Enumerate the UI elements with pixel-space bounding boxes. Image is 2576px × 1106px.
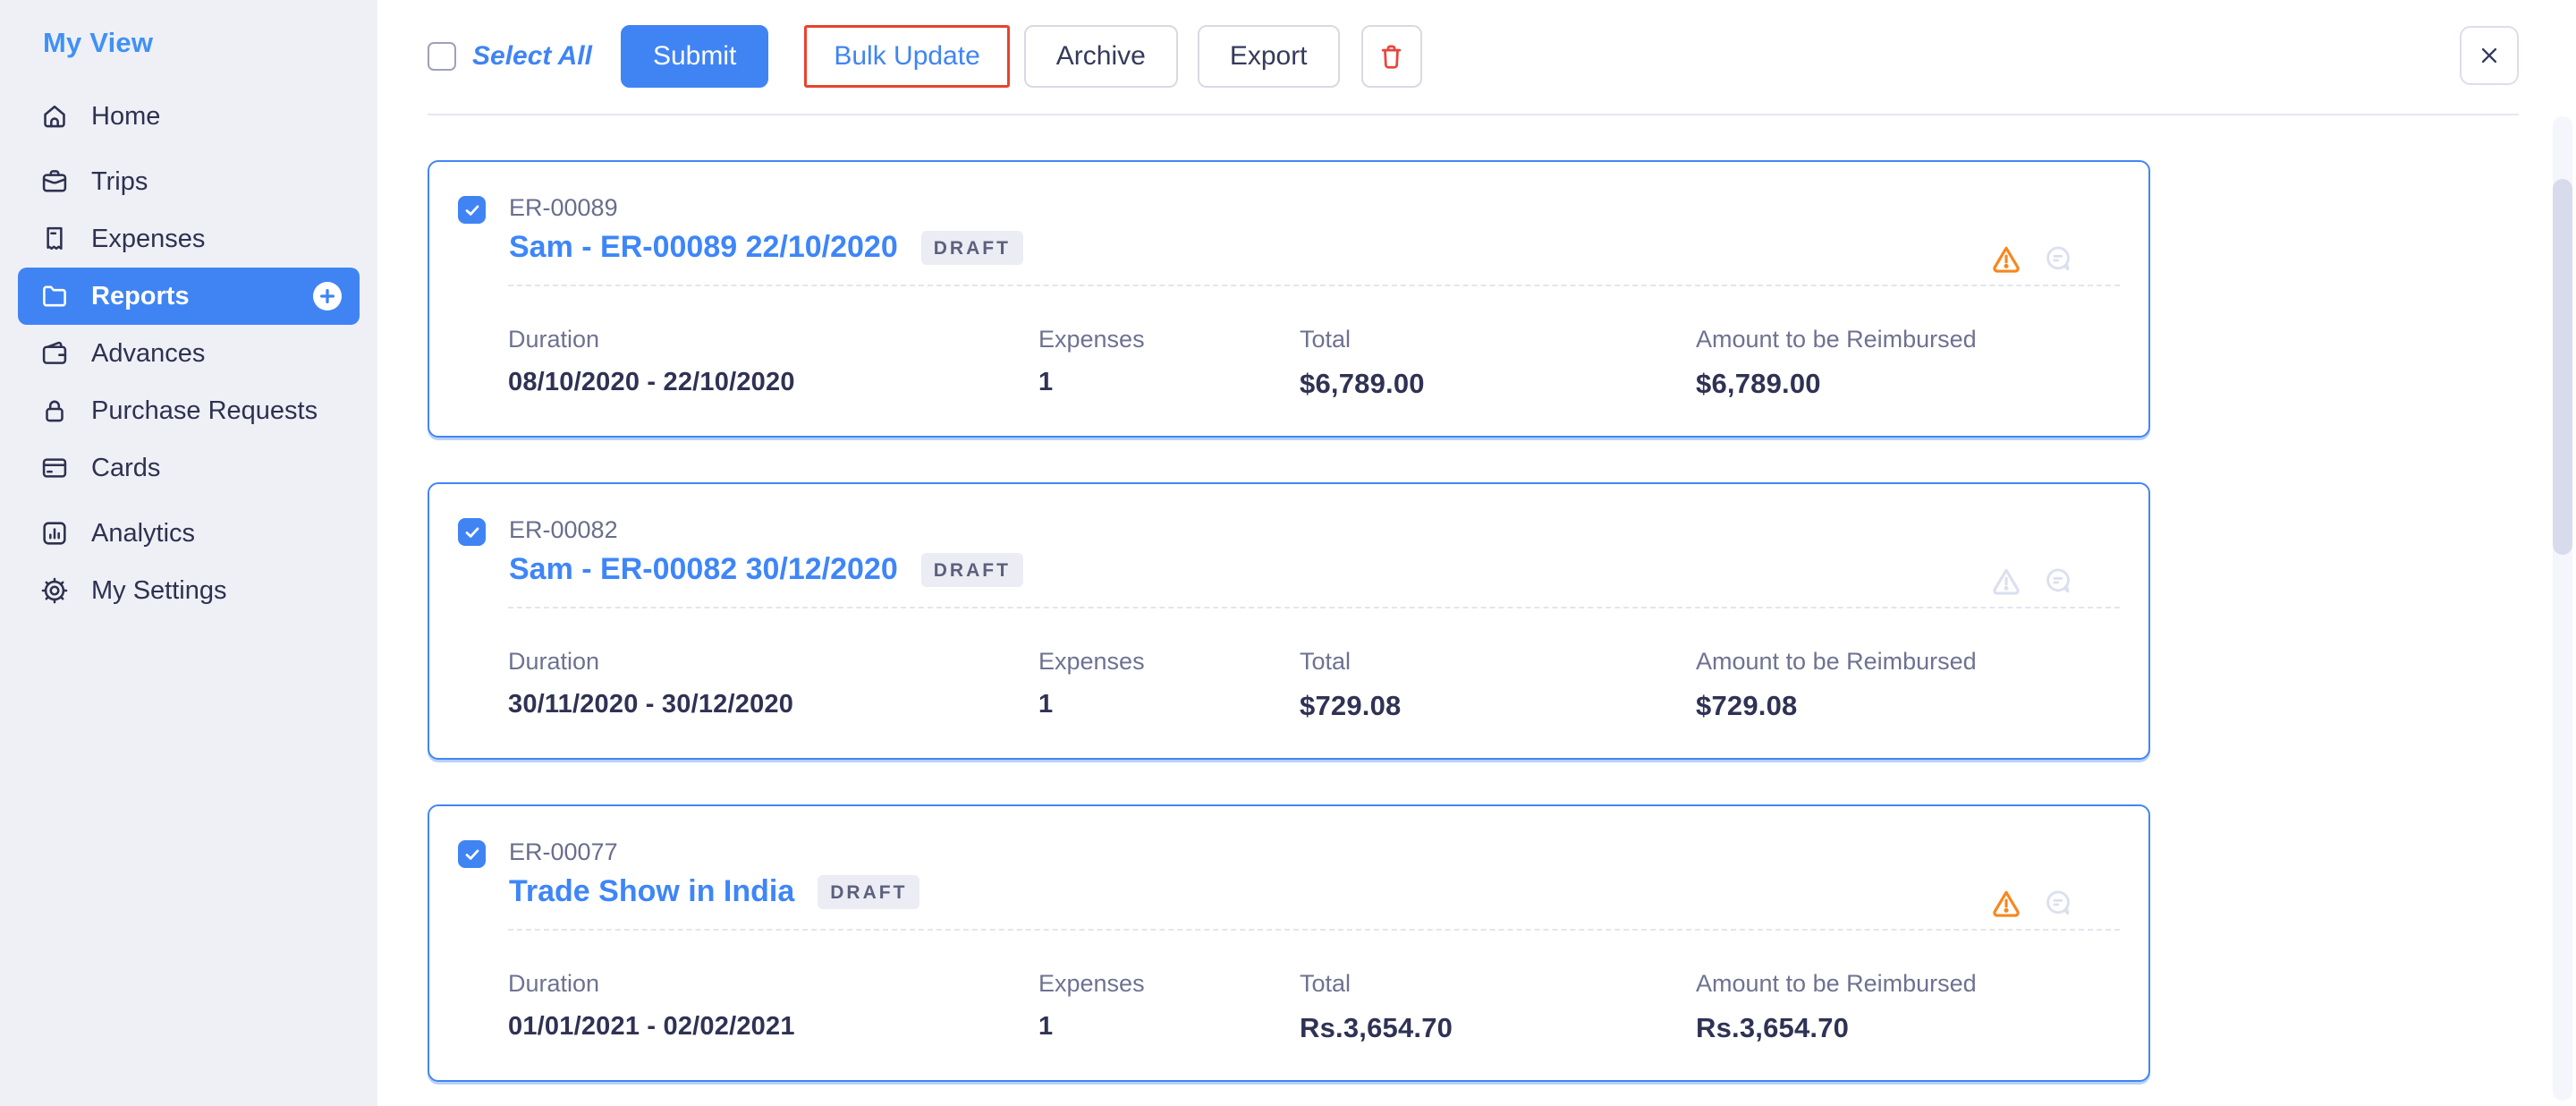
report-number: ER-00089 xyxy=(509,194,1023,222)
sidebar-item-reports[interactable]: Reports xyxy=(18,268,360,325)
report-title-link[interactable]: Trade Show in India xyxy=(509,874,794,909)
sidebar-item-label: Home xyxy=(91,102,160,132)
report-checkbox[interactable] xyxy=(458,518,486,546)
total-value: $6,789.00 xyxy=(1300,368,1696,400)
sidebar-item-home[interactable]: Home xyxy=(18,88,360,145)
status-badge: DRAFT xyxy=(921,553,1023,587)
expenses-value: 1 xyxy=(1038,368,1300,397)
sidebar-nav: Home Trips xyxy=(18,88,360,619)
sidebar-item-purchase-requests[interactable]: Purchase Requests xyxy=(18,382,360,439)
duration-label: Duration xyxy=(508,326,1038,353)
total-label: Total xyxy=(1300,326,1696,353)
credit-card-icon xyxy=(39,453,70,483)
report-number: ER-00082 xyxy=(509,516,1023,544)
total-label: Total xyxy=(1300,970,1696,998)
warning-icon[interactable] xyxy=(1989,564,2023,598)
submit-button[interactable]: Submit xyxy=(621,25,768,88)
select-all-label[interactable]: Select All xyxy=(472,41,592,72)
delete-button[interactable] xyxy=(1361,25,1422,88)
sidebar-item-label: Cards xyxy=(91,454,160,483)
home-icon xyxy=(39,101,70,132)
expenses-label: Expenses xyxy=(1038,326,1300,353)
status-badge: DRAFT xyxy=(818,875,919,909)
check-icon xyxy=(462,523,482,542)
warning-icon[interactable] xyxy=(1989,886,2023,920)
card-divider xyxy=(508,929,2120,931)
duration-label: Duration xyxy=(508,970,1038,998)
wallet-icon xyxy=(39,338,70,369)
duration-value: 08/10/2020 - 22/10/2020 xyxy=(508,368,1038,397)
report-title-link[interactable]: Sam - ER-00089 22/10/2020 xyxy=(509,230,898,265)
gear-icon xyxy=(39,575,70,606)
comment-icon[interactable] xyxy=(2041,242,2075,276)
total-value: $729.08 xyxy=(1300,690,1696,722)
sidebar: My View Home xyxy=(0,0,377,1106)
total-label: Total xyxy=(1300,648,1696,676)
expenses-value: 1 xyxy=(1038,1012,1300,1042)
reimbursed-value: Rs.3,654.70 xyxy=(1696,1012,1977,1044)
briefcase-icon xyxy=(39,166,70,197)
card-divider xyxy=(508,285,2120,286)
archive-button[interactable]: Archive xyxy=(1024,25,1178,88)
warning-icon[interactable] xyxy=(1989,242,2023,276)
duration-label: Duration xyxy=(508,648,1038,676)
reimbursed-label: Amount to be Reimbursed xyxy=(1696,648,1977,676)
expenses-label: Expenses xyxy=(1038,970,1300,998)
sidebar-item-trips[interactable]: Trips xyxy=(18,153,360,210)
duration-value: 30/11/2020 - 30/12/2020 xyxy=(508,690,1038,719)
close-button[interactable] xyxy=(2460,26,2519,85)
check-icon xyxy=(462,200,482,220)
bar-chart-icon xyxy=(39,518,70,549)
report-number: ER-00077 xyxy=(509,838,919,866)
lock-icon xyxy=(39,396,70,426)
select-all-checkbox[interactable] xyxy=(428,42,456,71)
reimbursed-value: $6,789.00 xyxy=(1696,368,1977,400)
close-icon xyxy=(2475,41,2504,70)
reimbursed-label: Amount to be Reimbursed xyxy=(1696,970,1977,998)
trash-icon xyxy=(1377,42,1406,72)
sidebar-item-analytics[interactable]: Analytics xyxy=(18,505,360,562)
comment-icon[interactable] xyxy=(2041,886,2075,920)
app-window: My View Home xyxy=(0,0,2576,1106)
sidebar-item-advances[interactable]: Advances xyxy=(18,325,360,382)
sidebar-item-expenses[interactable]: Expenses xyxy=(18,210,360,268)
expenses-value: 1 xyxy=(1038,690,1300,719)
report-title-link[interactable]: Sam - ER-00082 30/12/2020 xyxy=(509,552,898,587)
scrollbar-thumb[interactable] xyxy=(2553,179,2572,555)
check-icon xyxy=(462,845,482,864)
sidebar-item-label: Analytics xyxy=(91,519,195,549)
sidebar-item-label: Expenses xyxy=(91,225,205,254)
total-value: Rs.3,654.70 xyxy=(1300,1012,1696,1044)
sidebar-item-label: Trips xyxy=(91,167,148,197)
sidebar-item-label: Advances xyxy=(91,339,205,369)
report-card[interactable]: ER-00082 Sam - ER-00082 30/12/2020 DRAFT xyxy=(428,482,2150,760)
export-button[interactable]: Export xyxy=(1198,25,1340,88)
report-checkbox[interactable] xyxy=(458,196,486,224)
folder-icon xyxy=(39,281,70,311)
card-divider xyxy=(508,607,2120,608)
status-badge: DRAFT xyxy=(921,231,1023,265)
report-checkbox[interactable] xyxy=(458,840,486,868)
toolbar-divider xyxy=(428,114,2519,115)
sidebar-title: My View xyxy=(43,27,360,59)
report-card[interactable]: ER-00077 Trade Show in India DRAFT xyxy=(428,804,2150,1082)
sidebar-item-label: My Settings xyxy=(91,576,227,606)
toolbar: Select All Submit Bulk Update Archive Ex… xyxy=(428,25,2576,88)
sidebar-item-label: Reports xyxy=(91,282,190,311)
main-content: Select All Submit Bulk Update Archive Ex… xyxy=(377,0,2576,1106)
reimbursed-label: Amount to be Reimbursed xyxy=(1696,326,1977,353)
receipt-icon xyxy=(39,224,70,254)
expenses-label: Expenses xyxy=(1038,648,1300,676)
sidebar-item-label: Purchase Requests xyxy=(91,396,318,426)
comment-icon[interactable] xyxy=(2041,564,2075,598)
sidebar-item-my-settings[interactable]: My Settings xyxy=(18,562,360,619)
report-card[interactable]: ER-00089 Sam - ER-00089 22/10/2020 DRAFT xyxy=(428,160,2150,438)
plus-circle-icon[interactable] xyxy=(309,278,345,314)
duration-value: 01/01/2021 - 02/02/2021 xyxy=(508,1012,1038,1042)
bulk-update-button[interactable]: Bulk Update xyxy=(804,25,1009,88)
sidebar-item-cards[interactable]: Cards xyxy=(18,439,360,497)
reimbursed-value: $729.08 xyxy=(1696,690,1977,722)
